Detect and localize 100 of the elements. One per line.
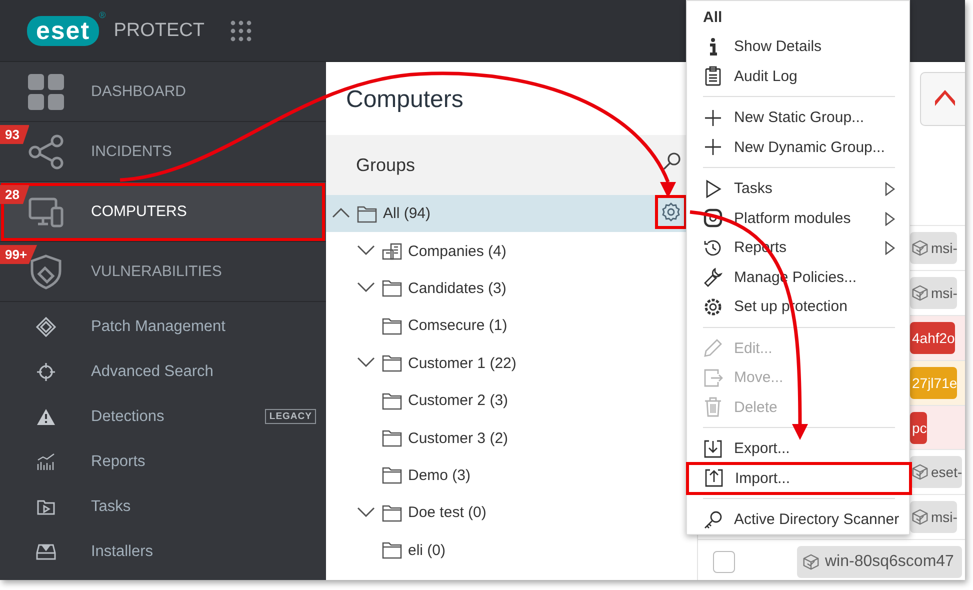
device-icon — [912, 464, 928, 480]
group-name: eli (0) — [408, 542, 446, 559]
search-icon[interactable] — [663, 152, 681, 170]
device-tag[interactable]: msi- — [910, 232, 958, 264]
device-tag[interactable]: eset- — [910, 456, 962, 488]
tree-item[interactable]: eli (0) — [326, 532, 697, 569]
device-icon — [912, 240, 928, 256]
device-tag[interactable]: win-80sq6scom47 — [797, 546, 962, 578]
device-icon — [912, 509, 928, 526]
device-tag[interactable]: pc — [910, 412, 927, 444]
nav-item[interactable]: Advanced Search — [0, 349, 326, 394]
menu-item[interactable]: New Dynamic Group... — [687, 132, 909, 162]
share-nodes-icon — [28, 134, 64, 170]
export-icon — [703, 438, 723, 459]
page-title: Computers — [345, 85, 464, 115]
folder-icon — [382, 466, 402, 484]
nav-item[interactable]: Reports — [0, 439, 326, 484]
trash-icon — [703, 397, 723, 418]
nav-item[interactable]: Installers — [0, 529, 326, 574]
folder-icon — [382, 541, 402, 560]
history-icon — [703, 238, 723, 258]
folder-icon — [382, 429, 402, 448]
nav-label: Installers — [91, 542, 154, 560]
nav-label: INCIDENTS — [91, 143, 172, 160]
menu-item[interactable]: Show Details — [687, 32, 909, 62]
folder-icon — [382, 504, 402, 522]
folder-icon — [382, 392, 402, 410]
chevron-icon[interactable] — [332, 208, 350, 218]
pencil-icon — [703, 338, 723, 358]
group-name: All (94) — [383, 205, 431, 222]
group-name: Customer 3 (2) — [408, 430, 508, 447]
gear-icon — [703, 296, 723, 317]
gear-icon — [661, 202, 681, 222]
menu-title: All — [702, 8, 724, 28]
plus-icon — [703, 137, 723, 158]
key-icon — [703, 510, 723, 530]
tree-item[interactable]: Candidates (3) — [326, 270, 697, 308]
registered-mark: ® — [99, 10, 106, 20]
nav-label: Detections — [91, 408, 166, 426]
diamond-icon — [36, 316, 56, 336]
group-name: Companies (4) — [408, 242, 506, 260]
nav-item[interactable]: COMPUTERS 28 — [0, 182, 326, 242]
device-tag[interactable]: msi- — [910, 501, 958, 534]
groups-title: Groups — [356, 154, 416, 176]
group-name: Comsecure (1) — [408, 317, 508, 334]
nav-label: Reports — [91, 452, 146, 470]
submenu-arrow-icon — [885, 212, 895, 226]
submenu-arrow-icon — [885, 182, 895, 196]
shield-icon — [28, 254, 64, 290]
group-name: Demo (3) — [408, 466, 471, 484]
nav-item[interactable]: DASHBOARD — [0, 62, 326, 122]
group-name: Doe test (0) — [408, 504, 486, 522]
logo: eset — [27, 16, 100, 46]
menu-item[interactable]: New Static Group... — [687, 103, 909, 132]
device-icon — [912, 284, 928, 301]
device-tag[interactable]: msi- — [910, 276, 958, 309]
submenu-arrow-icon — [885, 241, 895, 255]
count-badge: 93 — [0, 125, 30, 144]
nav-label: DASHBOARD — [91, 83, 186, 100]
chevron-up-icon — [933, 90, 957, 108]
nav-label: Patch Management — [91, 318, 226, 336]
nav-label: Advanced Search — [91, 362, 214, 380]
warning-icon — [36, 406, 56, 426]
tree-item[interactable]: Companies (4) — [326, 232, 697, 270]
collapse-button[interactable] — [920, 72, 965, 126]
chevron-icon[interactable] — [357, 245, 375, 256]
building-icon — [382, 242, 402, 260]
crosshair-icon — [36, 362, 56, 382]
plus-icon — [703, 108, 723, 128]
group-name: Customer 2 (3) — [408, 392, 508, 410]
chevron-icon[interactable] — [357, 506, 375, 517]
count-badge: 28 — [0, 185, 30, 204]
group-name: Customer 1 (22) — [408, 354, 516, 372]
group-name: Candidates (3) — [408, 280, 506, 297]
nav-label: Tasks — [91, 498, 132, 516]
device-icon — [803, 554, 819, 570]
menu-item[interactable]: Audit Log — [687, 62, 909, 91]
folder-icon — [382, 354, 402, 372]
nav-item[interactable]: VULNERABILITIES 99+ — [0, 242, 326, 302]
nav-label: COMPUTERS — [91, 203, 187, 220]
settings-button[interactable] — [658, 198, 684, 226]
clipboard-icon — [703, 66, 723, 86]
import-icon — [704, 468, 724, 488]
nav-item[interactable]: Detections LEGACY — [0, 394, 326, 439]
device-tag[interactable]: 4ahf2o — [910, 322, 955, 354]
grid-icon — [28, 74, 64, 110]
folder-icon — [382, 279, 402, 298]
chevron-icon[interactable] — [357, 282, 375, 292]
product-name: PROTECT — [114, 20, 204, 42]
nav-label: VULNERABILITIES — [91, 263, 222, 280]
module-icon — [703, 208, 723, 228]
checkbox[interactable] — [713, 551, 735, 574]
folder-icon — [382, 316, 402, 335]
chevron-icon[interactable] — [357, 357, 375, 368]
count-badge: 99+ — [0, 245, 38, 264]
nav-item[interactable]: Tasks — [0, 484, 326, 529]
nav-item[interactable]: Patch Management — [0, 304, 326, 349]
folder-icon — [357, 204, 377, 223]
apps-grid-icon[interactable] — [230, 20, 252, 42]
legacy-tag: LEGACY — [265, 409, 316, 424]
